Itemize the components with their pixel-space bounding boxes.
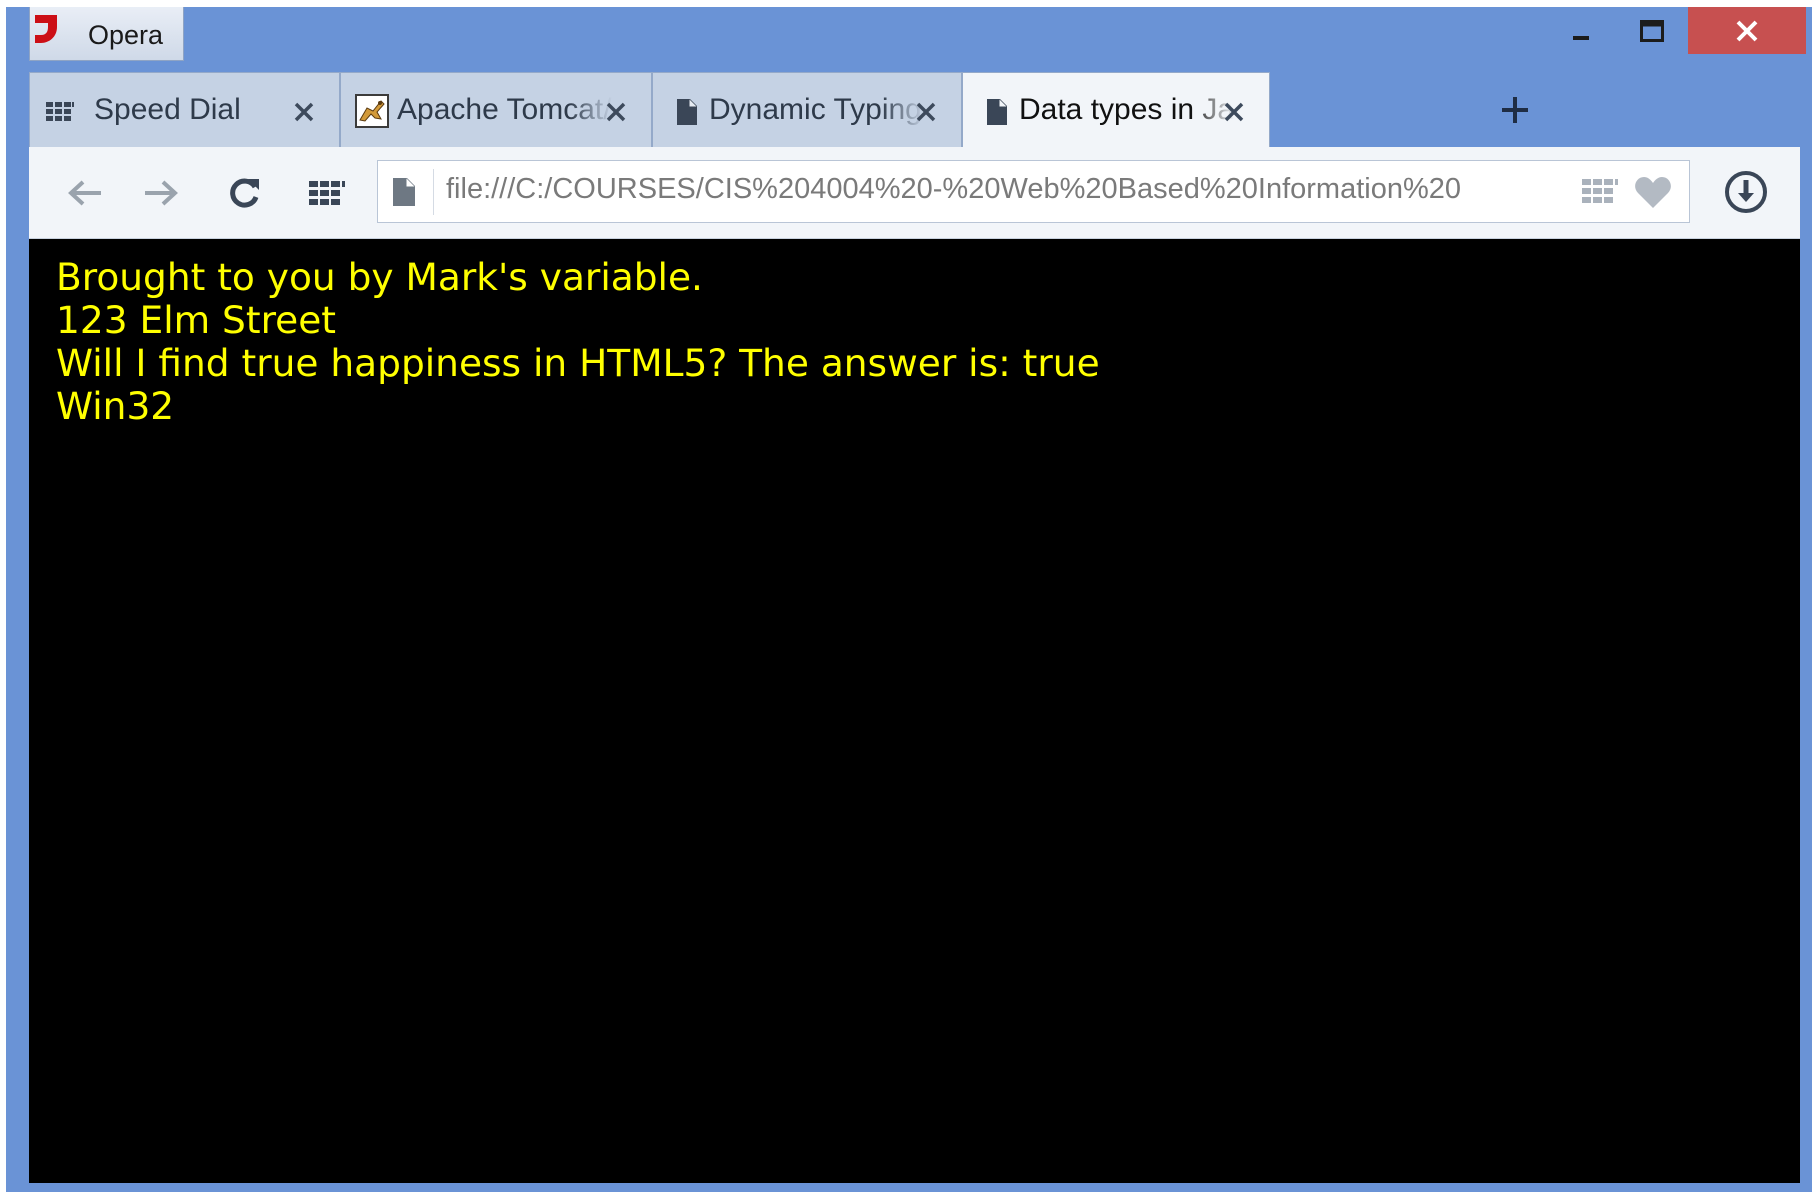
page-icon	[393, 178, 415, 206]
page-icon	[987, 99, 1007, 125]
page-content: Brought to you by Mark's variable. 123 E…	[29, 239, 1800, 1183]
maximize-button[interactable]	[1617, 7, 1687, 54]
tab-label: Data types in Jav	[1019, 93, 1234, 126]
tab-speed-dial[interactable]: Speed Dial	[29, 72, 340, 147]
address-bar[interactable]: file:///C:/COURSES/CIS%204004%20-%20Web%…	[377, 160, 1690, 223]
speed-dial-button[interactable]	[305, 171, 349, 215]
output-line: Brought to you by Mark's variable.	[56, 255, 703, 299]
close-tab-icon[interactable]	[913, 99, 939, 125]
output-line: Win32	[56, 384, 175, 428]
tab-label: Speed Dial	[94, 93, 241, 126]
tomcat-icon	[355, 94, 389, 128]
close-tab-icon[interactable]	[1221, 99, 1247, 125]
opera-menu-label: Opera	[88, 20, 164, 50]
tab-data-types[interactable]: Data types in Jav	[962, 72, 1270, 147]
minimize-icon	[1573, 35, 1589, 40]
reload-icon	[230, 178, 259, 208]
output-line: Will I find true happiness in HTML5? The…	[56, 341, 1100, 385]
close-tab-icon[interactable]	[291, 99, 317, 125]
opera-logo-icon	[35, 15, 57, 43]
back-arrow-icon	[68, 180, 101, 206]
address-url-text[interactable]: file:///C:/COURSES/CIS%204004%20-%20Web%…	[446, 173, 1562, 206]
maximize-icon	[1640, 19, 1664, 42]
close-icon	[1736, 20, 1758, 41]
minimize-button[interactable]	[1546, 7, 1616, 54]
new-tab-plus-icon[interactable]	[1497, 92, 1533, 128]
back-button[interactable]	[63, 171, 107, 215]
reload-button[interactable]	[222, 171, 266, 215]
speed-dial-grid-icon	[46, 102, 74, 121]
navigation-toolbar: file:///C:/COURSES/CIS%204004%20-%20Web%…	[29, 147, 1800, 239]
download-icon[interactable]	[1723, 169, 1769, 215]
opera-menu-button[interactable]: Opera	[29, 7, 184, 61]
tab-label: Dynamic Typing	[709, 93, 922, 126]
close-window-button[interactable]	[1688, 7, 1806, 54]
tab-apache-tomcat[interactable]: Apache Tomcat/	[340, 72, 652, 147]
browser-window: Opera Speed Dial Apache Tomcat/ Dynamic …	[6, 7, 1812, 1192]
close-tab-icon[interactable]	[603, 99, 629, 125]
tab-label: Apache Tomcat/	[397, 93, 612, 126]
add-to-speed-dial-icon[interactable]	[1582, 177, 1618, 205]
forward-button[interactable]	[139, 171, 183, 215]
tab-strip: Speed Dial Apache Tomcat/ Dynamic Typing	[29, 72, 1809, 147]
page-icon	[677, 99, 697, 125]
address-divider	[433, 169, 434, 215]
tab-dynamic-typing[interactable]: Dynamic Typing	[652, 72, 962, 147]
output-lines: Brought to you by Mark's variable. 123 E…	[56, 256, 1100, 428]
forward-arrow-icon	[145, 180, 178, 206]
grid-icon	[309, 181, 345, 205]
output-line: 123 Elm Street	[56, 298, 337, 342]
heart-icon[interactable]	[1634, 175, 1672, 209]
